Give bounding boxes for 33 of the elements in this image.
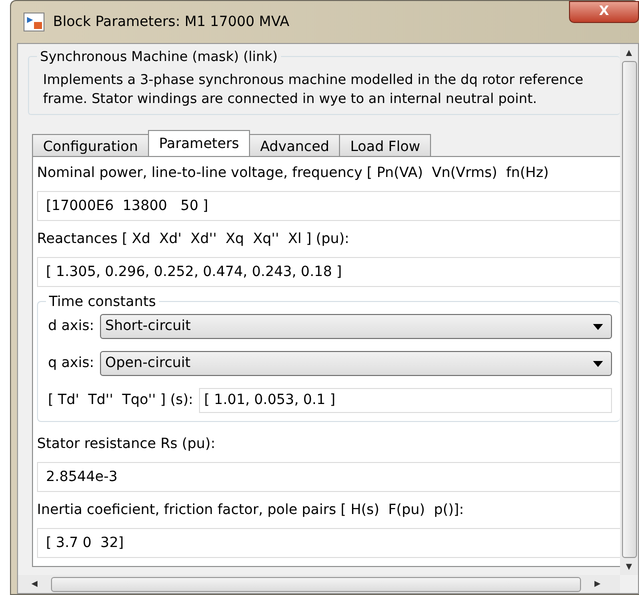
field-label: [ Td' Td'' Tqo'' ] (s): xyxy=(48,391,194,410)
tab[interactable]: Parameters xyxy=(148,130,250,156)
field-label: Nominal power, line-to-line voltage, frequency [ Pn(VA) Vn(Vrms) fn(Hz) xyxy=(37,164,550,183)
field-label: Stator resistance Rs (pu): xyxy=(37,435,216,454)
caret-icon xyxy=(593,324,603,330)
scrollbar-thumb[interactable] xyxy=(622,61,636,558)
scroll-left-button[interactable]: ◀ xyxy=(26,576,43,592)
tab[interactable]: Advanced xyxy=(249,134,340,156)
input-field[interactable]: [ 1.305, 0.296, 0.252, 0.474, 0.243, 0.18 ] xyxy=(37,257,620,287)
field-label: Inertia coeficient, friction factor, pole pairs [ H(s) F(pu) p()]: xyxy=(37,501,465,520)
scroll-right-button[interactable]: ▶ xyxy=(589,576,606,592)
field-label: d axis: xyxy=(48,317,94,336)
block-icon xyxy=(23,12,45,32)
description-text: Implements a 3-phase synchronous machine modelled in the dq rotor reference frame. Stator windings are connected in wye to an internal neutral point. xyxy=(43,71,584,108)
dropdown-value: Open-circuit xyxy=(105,354,191,373)
scroll-up-button[interactable]: ▲ xyxy=(620,44,638,61)
field-label: q axis: xyxy=(48,354,94,373)
dropdown[interactable]: Open-circuit xyxy=(100,351,612,376)
input-field[interactable]: [ 3.7 0 32] xyxy=(37,528,620,558)
input-field[interactable]: [17000E6 13800 50 ] xyxy=(37,191,620,221)
scrollbar-thumb[interactable] xyxy=(51,576,581,592)
window-title: Block Parameters: M1 17000 MVA xyxy=(53,12,290,32)
tab[interactable]: Load Flow xyxy=(339,134,432,156)
horizontal-scrollbar[interactable]: ◀ ▶ xyxy=(18,575,620,593)
scroll-down-button[interactable]: ▼ xyxy=(620,558,638,575)
vertical-scrollbar[interactable]: ▲ ▼ xyxy=(620,44,638,575)
dropdown[interactable]: Short-circuit xyxy=(100,314,612,339)
dropdown-value: Short-circuit xyxy=(105,317,191,336)
input-field[interactable]: 2.8544e-3 xyxy=(37,462,620,492)
input-field[interactable]: [ 1.01, 0.053, 0.1 ] xyxy=(199,388,612,413)
caret-icon xyxy=(593,360,603,366)
field-label: Reactances [ Xd Xd' Xd'' Xq Xq'' Xl ] (pu): xyxy=(37,230,350,249)
tab[interactable]: Configuration xyxy=(32,134,149,156)
